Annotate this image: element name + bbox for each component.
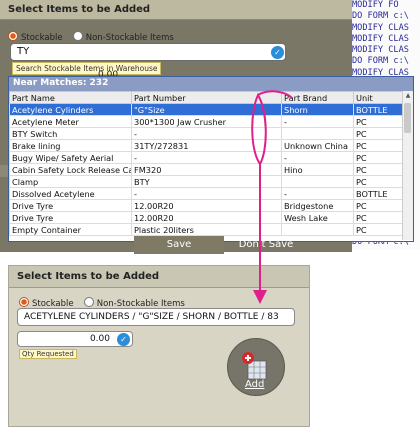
stockable-label: Stockable [21, 33, 63, 43]
check-icon[interactable]: ✓ [271, 46, 284, 59]
table-cell: - [131, 187, 282, 200]
table-cell [281, 127, 354, 140]
column-header[interactable]: Unit [353, 91, 405, 104]
stockable-radio[interactable] [8, 31, 18, 41]
table-cell: 300*1300 Jaw Crusher [131, 115, 282, 128]
table-cell: Acetylene Cylinders [9, 103, 132, 116]
table-cell: FM320 [131, 163, 282, 176]
table-cell: Bridgestone [281, 199, 354, 212]
column-header[interactable]: Part Brand [281, 91, 354, 104]
table-cell: BOTTLE [353, 103, 405, 116]
table-row[interactable]: Drive Tyre 12.00R20 Bridgestone PC [9, 199, 405, 212]
column-header[interactable]: Part Name [9, 91, 132, 104]
table-row[interactable]: Cabin Safety Lock Release CableFM320Hino… [9, 163, 405, 176]
left-edge-stub [0, 165, 8, 177]
table-cell: Drive Tyre [9, 199, 132, 212]
table-cell: Empty Container [9, 223, 132, 236]
qty-hint-tooltip: Qty Requested [19, 349, 77, 359]
table-cell: - [281, 115, 354, 128]
table-cell: PC [353, 211, 405, 224]
table-cell: Cabin Safety Lock Release Cable [9, 163, 132, 176]
table-cell: Drive Tyre [9, 211, 132, 224]
table-cell: - [131, 151, 282, 164]
table-row[interactable]: Bugy Wipe/ Safety Aerial - - PC [9, 151, 405, 164]
table-cell: PC [353, 175, 405, 188]
nonstockable-radio[interactable] [72, 31, 83, 41]
table-cell [281, 223, 354, 236]
nonstockable-label: Non-Stockable Items [85, 33, 174, 43]
table-cell: Acetylene Meter [9, 115, 132, 128]
table-cell: Brake lining [9, 139, 132, 152]
stockable-radio[interactable] [19, 297, 29, 307]
panel-title: Select Items to be Added [9, 266, 309, 288]
table-row[interactable]: Clamp BTY PC [9, 175, 405, 188]
code-line: MODIFY CLAS [352, 33, 409, 44]
column-header[interactable]: Part Number [131, 91, 282, 104]
scroll-thumb[interactable] [404, 103, 411, 133]
table-cell: BTY Switch [9, 127, 132, 140]
table-cell: PC [353, 151, 405, 164]
save-button[interactable]: Save [134, 236, 224, 254]
table-cell: - [281, 187, 354, 200]
selected-item-field[interactable]: ACETYLENE CYLINDERS / "G"SIZE / SHORN / … [17, 308, 295, 326]
table-cell: Clamp [9, 175, 132, 188]
table-row[interactable]: Dissolved Acetylene - - BOTTLE [9, 187, 405, 200]
table-cell: Plastic 20liters [131, 223, 282, 236]
table-cell: Unknown China [281, 139, 354, 152]
quantity-input[interactable]: 0.00 [17, 331, 133, 347]
table-row[interactable]: Acetylene Cylinders "G"Size Shorn BOTTLE [9, 103, 405, 116]
table-cell: PC [353, 115, 405, 128]
table-cell: - [281, 151, 354, 164]
table-row[interactable]: Brake lining 31TY/272831 Unknown China PC [9, 139, 405, 152]
table-cell: Dissolved Acetylene [9, 187, 132, 200]
table-row[interactable]: Acetylene Meter 300*1300 Jaw Crusher - PC [9, 115, 405, 128]
add-label[interactable]: Add [245, 379, 264, 390]
near-matches-caption: Near Matches: 232 [9, 77, 413, 91]
scroll-up-icon[interactable]: ▲ [403, 91, 413, 101]
table-row[interactable]: BTY Switch - PC [9, 127, 405, 140]
table-cell: - [131, 127, 282, 140]
table-cell: PC [353, 163, 405, 176]
table-cell: 12.00R20 [131, 211, 282, 224]
table-cell: BOTTLE [353, 187, 405, 200]
table-cell: BTY [131, 175, 282, 188]
table-cell: PC [353, 139, 405, 152]
code-line: MODIFY CLAS [352, 45, 409, 56]
item-search-input[interactable]: TY [10, 43, 286, 61]
code-line: DO FORM c:\ [352, 11, 409, 22]
matches-table: Part Name Part Number Part Brand Unit Acety… [9, 91, 405, 236]
table-cell: PC [353, 199, 405, 212]
panel-title: Select Items to be Added [0, 0, 352, 20]
table-cell: PC [353, 223, 405, 236]
code-line: MODIFY CLAS [352, 22, 409, 33]
table-row[interactable]: Drive Tyre 12.00R20 Wesh Lake PC [9, 211, 405, 224]
dont-save-button[interactable]: Don't Save [226, 236, 306, 254]
table-cell: "G"Size [131, 103, 282, 116]
nonstockable-radio[interactable] [83, 297, 94, 307]
table-cell [281, 175, 354, 188]
table-cell: Bugy Wipe/ Safety Aerial [9, 151, 132, 164]
item-type-radio-group: Stockable Non-Stockable Items [8, 25, 174, 44]
table-cell: PC [353, 127, 405, 140]
search-hint-tooltip: Search Stockable Items in Warehouse [12, 62, 162, 75]
table-cell: Shorn [281, 103, 354, 116]
table-row[interactable]: Empty Container Plastic 20liters PC [9, 223, 405, 236]
code-line: DO FORM c:\ [352, 56, 409, 67]
table-cell: Hino [281, 163, 354, 176]
table-cell: 31TY/272831 [131, 139, 282, 152]
table-cell: 12.00R20 [131, 199, 282, 212]
table-cell: Wesh Lake [281, 211, 354, 224]
near-matches-popup: Near Matches: 232 Part Name Part Number Pa… [8, 76, 414, 242]
check-icon[interactable]: ✓ [117, 333, 130, 346]
code-line: MODIFY FO [352, 0, 399, 10]
vertical-scrollbar[interactable]: ▲ [402, 91, 413, 240]
bottom-item-selector-panel: Select Items to be Added Stockable Non-S… [8, 265, 310, 427]
